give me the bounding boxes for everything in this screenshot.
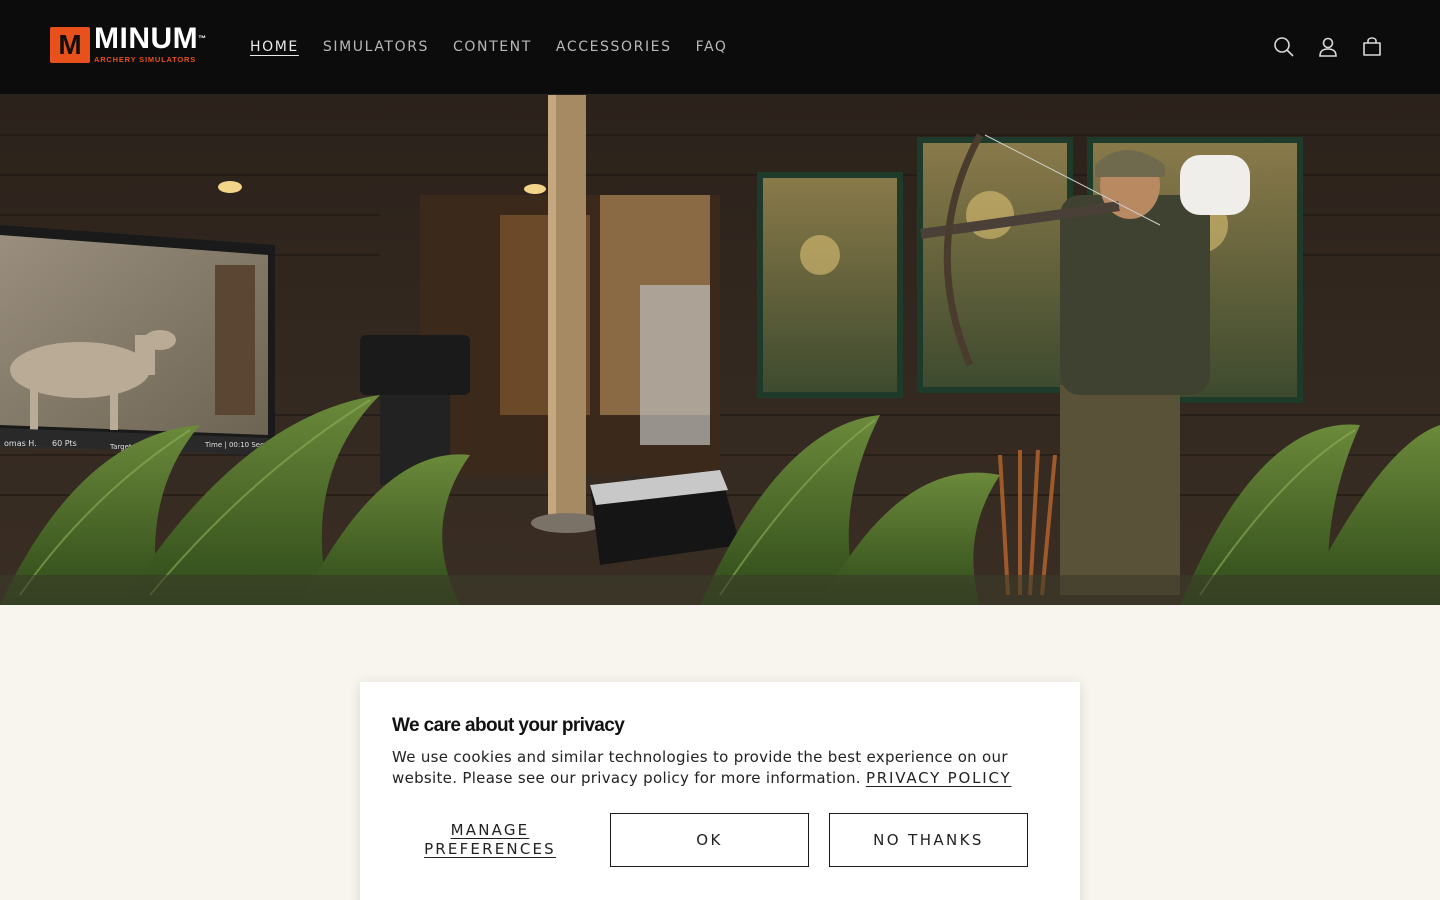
hud-player: omas H. (4, 439, 37, 448)
cookie-description: We use cookies and similar technologies … (392, 748, 1012, 787)
ok-button[interactable]: OK (610, 813, 809, 867)
privacy-policy-link[interactable]: PRIVACY POLICY (866, 769, 1012, 787)
main-nav: HOME SIMULATORS CONTENT ACCESSORIES FAQ (238, 36, 740, 58)
brand-logo[interactable]: M MINUM™ ARCHERY SIMULATORS (50, 24, 212, 64)
cookie-consent-banner: We care about your privacy We use cookie… (360, 682, 1080, 900)
logo-mark: M (50, 27, 90, 63)
site-header: M MINUM™ ARCHERY SIMULATORS HOME SIMULAT… (0, 0, 1440, 95)
nav-item-home[interactable]: HOME (238, 36, 311, 58)
cart-icon[interactable] (1350, 28, 1394, 66)
header-actions (1262, 28, 1394, 66)
search-icon[interactable] (1262, 28, 1306, 66)
no-thanks-button[interactable]: NO THANKS (829, 813, 1028, 867)
nav-item-faq[interactable]: FAQ (684, 36, 740, 58)
nav-item-accessories[interactable]: ACCESSORIES (544, 36, 684, 58)
cookie-actions: MANAGE PREFERENCES OK NO THANKS (392, 813, 1028, 867)
manage-preferences-button[interactable]: MANAGE PREFERENCES (392, 813, 588, 867)
brand-tagline: ARCHERY SIMULATORS (94, 55, 197, 64)
account-icon[interactable] (1306, 28, 1350, 66)
brand-name: MINUM (94, 22, 199, 55)
cookie-title: We care about your privacy (392, 715, 625, 736)
hero-image: omas H. 60 Pts Targets Remaining Time | … (0, 95, 1440, 605)
hud-score: 60 Pts (52, 439, 77, 448)
nav-item-simulators[interactable]: SIMULATORS (311, 36, 441, 58)
trademark-symbol: ™ (198, 34, 207, 43)
hero-banner: omas H. 60 Pts Targets Remaining Time | … (0, 95, 1440, 605)
nav-item-content[interactable]: CONTENT (441, 36, 544, 58)
